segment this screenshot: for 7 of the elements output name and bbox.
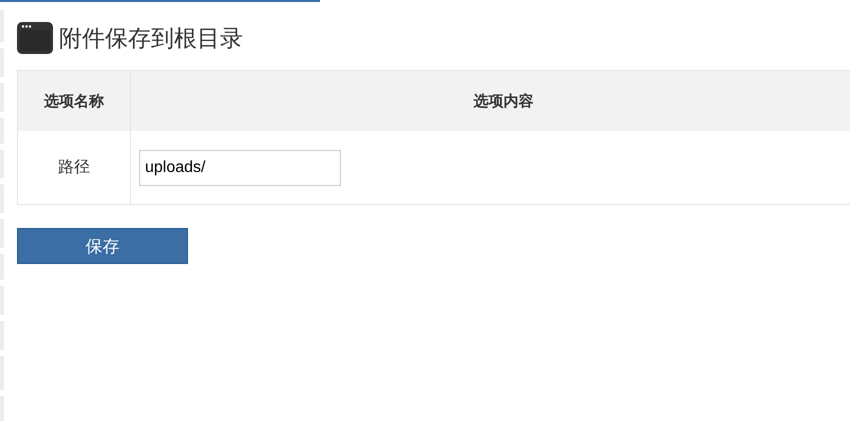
window-icon [17,22,53,54]
option-label: 路径 [58,157,90,176]
column-header: 选项名称 [44,92,104,110]
page-title: 附件保存到根目录 [59,24,243,54]
save-button[interactable]: 保存 [17,228,188,264]
column-header: 选项内容 [474,92,534,110]
path-field[interactable]: uploads/ [139,150,341,186]
